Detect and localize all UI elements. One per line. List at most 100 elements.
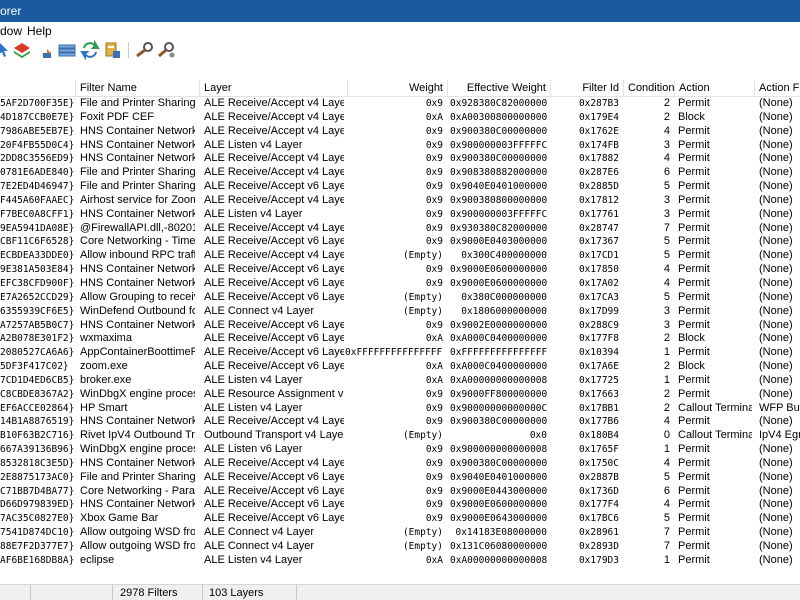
row-key-cell: 7541D874DC10} <box>0 527 74 539</box>
header-key[interactable] <box>0 80 75 97</box>
conditions-cell: 3 <box>663 193 670 206</box>
header-filter-id[interactable]: Filter Id <box>550 80 623 97</box>
table-row[interactable]: A2B078E301F2} wxmaxima ALE Receive/Accept … <box>0 332 800 346</box>
table-row[interactable]: E7A2652CCD29} Allow Grouping to receive f… <box>0 291 800 305</box>
table-row[interactable]: 20F4FB55D0C4} HNS Container Networking ..… <box>0 139 800 153</box>
filter-id-cell: 0x28961 <box>578 527 619 539</box>
arrow-orange-icon[interactable] <box>34 40 54 60</box>
table-row[interactable]: B10F63B2C716} Rivet IpV4 Outbound Transp.… <box>0 429 800 443</box>
table-row[interactable]: 8532818C3E5D} HNS Container Networking ..… <box>0 457 800 471</box>
database-icon[interactable] <box>102 40 122 60</box>
table-row[interactable]: EFC38CFD900F} HNS Container Networking ..… <box>0 277 800 291</box>
table-row[interactable]: AF6BE168DB8A} eclipse ALE Listen v4 Layer 0… <box>0 554 800 568</box>
refresh-icon[interactable] <box>80 40 100 60</box>
row-key-cell: AF6BE168DB8A} <box>0 554 74 566</box>
weight-cell: 0x9 <box>425 264 443 276</box>
conditions-cell: 7 <box>663 221 670 234</box>
table-row[interactable]: 14B1A8876519} HNS Container Networking ..… <box>0 415 800 429</box>
layer-cell: ALE Listen v4 Layer <box>204 138 303 151</box>
table-row[interactable]: 88E7F2D377E7} Allow outgoing WSD from P..… <box>0 540 800 554</box>
conditions-cell: 4 <box>663 263 670 276</box>
table-row[interactable]: F7BEC0A8CFF1} HNS Container Networking ..… <box>0 208 800 222</box>
header-filter-name[interactable]: Filter Name <box>75 80 199 97</box>
table-row[interactable]: 2E8875173AC0} File and Printer Sharing (S… <box>0 471 800 485</box>
filter-id-cell: 0x17812 <box>578 194 619 206</box>
filter-name-cell: File and Printer Sharing (LL... <box>80 97 195 109</box>
effective-weight-cell: 0x900380C000000000 <box>450 457 547 469</box>
action-cell: Permit <box>678 249 710 262</box>
filter-name-cell: Core Networking - Time Exc... <box>80 235 195 248</box>
header-layer[interactable]: Layer <box>199 80 347 97</box>
conditions-cell: 3 <box>663 318 670 331</box>
row-key-cell: 9EA5941DA08E} <box>0 222 74 234</box>
window-title: orer <box>0 4 22 18</box>
filter-name-cell: Allow inbound RPC traffic t... <box>80 249 195 262</box>
weight-cell: 0xFFFFFFFFFFFFFFFF <box>345 347 443 359</box>
conditions-cell: 1 <box>663 373 670 386</box>
table-row[interactable]: D66D979839ED} HNS Container Networking ..… <box>0 498 800 512</box>
table-row[interactable]: 7986ABE5EB7E} HNS Container Networking ..… <box>0 125 800 139</box>
table-row[interactable]: ECBDEA33DDE0} Allow inbound RPC traffic t… <box>0 249 800 263</box>
table-row[interactable]: 4D187CCB0E7E} Foxit PDF CEF ALE Receive/Ac… <box>0 111 800 125</box>
weight-cell: 0x9 <box>425 457 443 469</box>
filter-name-cell: HNS Container Networking ... <box>80 207 195 220</box>
action-filter-cell: (None) <box>759 443 793 456</box>
layer-cell: ALE Receive/Accept v6 Layer <box>204 235 344 248</box>
filter-name-cell: @FirewallAPI.dll,-80201 <box>80 221 195 234</box>
header-weight[interactable]: Weight <box>347 80 447 97</box>
table-row[interactable]: 7AC35C0827E0} Xbox Game Bar ALE Receive/Ac… <box>0 512 800 526</box>
table-row[interactable]: 5DF3F417C02} zoom.exe ALE Receive/Accept v… <box>0 360 800 374</box>
table-row[interactable]: A7257AB5B0C7} HNS Container Networking ..… <box>0 319 800 333</box>
table-row[interactable]: 7541D874DC10} Allow outgoing WSD from P..… <box>0 526 800 540</box>
conditions-cell: 4 <box>663 276 670 289</box>
row-key-cell: 2DD8C3556ED9} <box>0 153 74 165</box>
filter-name-cell: WinDbgX engine process (U... <box>80 387 195 400</box>
table-row[interactable]: 2DD8C3556ED9} HNS Container Networking ..… <box>0 152 800 166</box>
table-row[interactable]: CBF11C6F6528} Core Networking - Time Exc.… <box>0 235 800 249</box>
header-effective-weight[interactable]: Effective Weight <box>447 80 550 97</box>
filter-id-cell: 0x177F4 <box>578 499 619 511</box>
table-row[interactable]: 667A39136B96} WinDbgX engine process (T..… <box>0 443 800 457</box>
header-action[interactable]: Action <box>674 80 754 97</box>
layers-red-icon[interactable] <box>12 40 32 60</box>
header-action-filter[interactable]: Action Filte <box>754 80 800 97</box>
conditions-cell: 4 <box>663 124 670 137</box>
menu-help[interactable]: Help <box>27 24 52 38</box>
search-settings-icon[interactable] <box>156 40 176 60</box>
table-row[interactable]: 9EA5941DA08E} @FirewallAPI.dll,-80201 ALE … <box>0 222 800 236</box>
action-cell: Permit <box>678 290 710 303</box>
weight-cell: 0x9 <box>425 125 443 137</box>
filter-name-cell: HNS Container Networking ... <box>80 138 195 151</box>
effective-weight-cell: 0x9002E00000000000 <box>450 319 547 331</box>
filter-id-cell: 0x2893D <box>578 541 619 552</box>
table-row[interactable]: 0781E6ADE840} File and Printer Sharing (E… <box>0 166 800 180</box>
search-icon[interactable] <box>134 40 154 60</box>
layer-cell: ALE Receive/Accept v6 Layer <box>204 470 344 483</box>
table-row[interactable]: 9E381A503E84} HNS Container Networking ..… <box>0 263 800 277</box>
layer-cell: ALE Receive/Accept v6 Layer <box>204 512 344 525</box>
weight-cell: 0x9 <box>425 471 443 483</box>
filter-id-cell: 0x1762E <box>578 125 619 137</box>
table-row[interactable]: C8CBDE8367A2} WinDbgX engine process (U..… <box>0 388 800 402</box>
table-row[interactable]: 5AF2D700F35E} File and Printer Sharing (L… <box>0 97 800 111</box>
header-conditions[interactable]: Conditions <box>623 80 674 97</box>
action-filter-cell: (None) <box>759 290 793 303</box>
table-row[interactable]: 6355939CF6E5} WinDefend Outbound for TCP A… <box>0 305 800 319</box>
row-key-cell: C71BB7D4BA77} <box>0 485 74 497</box>
weight-cell: 0x9 <box>425 499 443 511</box>
action-cell: Permit <box>678 526 710 539</box>
table-row[interactable]: 7CD1D4ED6CB5} broker.exe ALE Listen v4 Lay… <box>0 374 800 388</box>
layer-cell: ALE Receive/Accept v6 Layer <box>204 276 344 289</box>
table-row[interactable]: F445A60FAAEC} Airhost service for Zoom Vi… <box>0 194 800 208</box>
table-row[interactable]: EF6ACCE02864} HP Smart ALE Listen v4 Layer… <box>0 402 800 416</box>
table-row[interactable]: 2080527CA6A6} AppContainerBoottimeFilter A… <box>0 346 800 360</box>
action-filter-cell: (None) <box>759 526 793 539</box>
stack-icon[interactable] <box>57 40 77 60</box>
action-cell: Permit <box>678 540 710 552</box>
conditions-cell: 3 <box>663 138 670 151</box>
action-cell: Permit <box>678 456 710 469</box>
effective-weight-cell: 0x9003808000000000 <box>450 194 547 206</box>
menu-window[interactable]: dow <box>0 24 22 38</box>
table-row[interactable]: C71BB7D4BA77} Core Networking - Paramet..… <box>0 485 800 499</box>
table-row[interactable]: 7E2ED4D46947} File and Printer Sharing (N… <box>0 180 800 194</box>
